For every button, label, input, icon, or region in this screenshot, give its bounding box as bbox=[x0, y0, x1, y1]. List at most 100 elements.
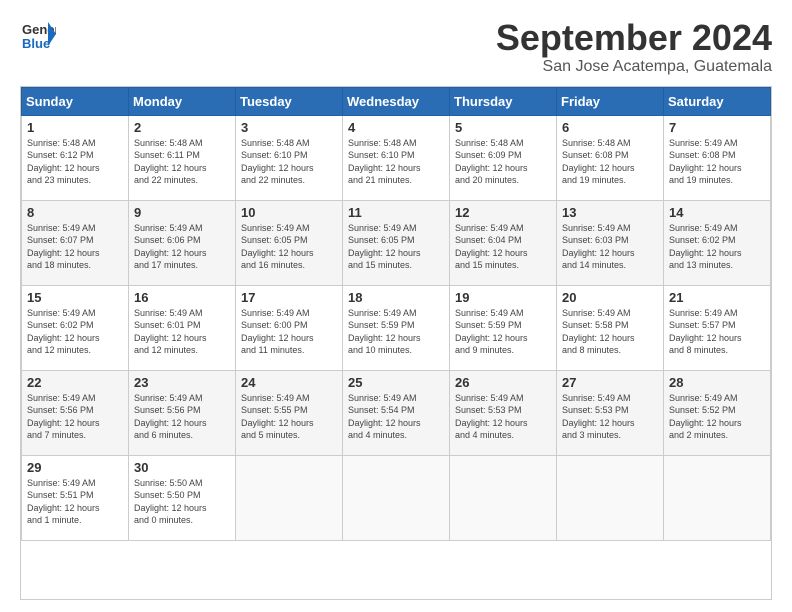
day-cell: 22 Sunrise: 5:49 AM Sunset: 5:56 PM Dayl… bbox=[22, 370, 129, 455]
daylight-label: Daylight: 12 hours bbox=[455, 418, 528, 428]
day-number: 12 bbox=[455, 205, 551, 220]
daylight-minutes: and 23 minutes. bbox=[27, 175, 91, 185]
day-number: 14 bbox=[669, 205, 765, 220]
daylight-label: Daylight: 12 hours bbox=[27, 248, 100, 258]
daylight-minutes: and 9 minutes. bbox=[455, 345, 514, 355]
sunrise-label: Sunrise: 5:49 AM bbox=[348, 393, 417, 403]
day-cell bbox=[450, 455, 557, 540]
day-cell: 21 Sunrise: 5:49 AM Sunset: 5:57 PM Dayl… bbox=[664, 285, 771, 370]
sunrise-label: Sunrise: 5:49 AM bbox=[134, 308, 203, 318]
sunrise-label: Sunrise: 5:49 AM bbox=[562, 393, 631, 403]
sunrise-label: Sunrise: 5:49 AM bbox=[348, 308, 417, 318]
logo: General Blue bbox=[20, 18, 60, 54]
daylight-label: Daylight: 12 hours bbox=[27, 503, 100, 513]
day-cell: 16 Sunrise: 5:49 AM Sunset: 6:01 PM Dayl… bbox=[129, 285, 236, 370]
sunrise-label: Sunrise: 5:49 AM bbox=[27, 223, 96, 233]
daylight-label: Daylight: 12 hours bbox=[669, 248, 742, 258]
daylight-label: Daylight: 12 hours bbox=[348, 248, 421, 258]
sunrise-label: Sunrise: 5:49 AM bbox=[669, 393, 738, 403]
sunset-label: Sunset: 5:51 PM bbox=[27, 490, 94, 500]
daylight-minutes: and 6 minutes. bbox=[134, 430, 193, 440]
day-number: 11 bbox=[348, 205, 444, 220]
daylight-minutes: and 2 minutes. bbox=[669, 430, 728, 440]
daylight-label: Daylight: 12 hours bbox=[562, 333, 635, 343]
day-info: Sunrise: 5:49 AM Sunset: 5:53 PM Dayligh… bbox=[455, 392, 551, 442]
sunrise-label: Sunrise: 5:49 AM bbox=[27, 308, 96, 318]
day-info: Sunrise: 5:49 AM Sunset: 6:07 PM Dayligh… bbox=[27, 222, 123, 272]
daylight-minutes: and 3 minutes. bbox=[562, 430, 621, 440]
day-cell: 18 Sunrise: 5:49 AM Sunset: 5:59 PM Dayl… bbox=[343, 285, 450, 370]
daylight-minutes: and 10 minutes. bbox=[348, 345, 412, 355]
day-number: 1 bbox=[27, 120, 123, 135]
day-cell: 28 Sunrise: 5:49 AM Sunset: 5:52 PM Dayl… bbox=[664, 370, 771, 455]
daylight-minutes: and 4 minutes. bbox=[348, 430, 407, 440]
day-info: Sunrise: 5:49 AM Sunset: 6:02 PM Dayligh… bbox=[27, 307, 123, 357]
day-info: Sunrise: 5:48 AM Sunset: 6:12 PM Dayligh… bbox=[27, 137, 123, 187]
day-number: 8 bbox=[27, 205, 123, 220]
daylight-minutes: and 14 minutes. bbox=[562, 260, 626, 270]
day-info: Sunrise: 5:48 AM Sunset: 6:08 PM Dayligh… bbox=[562, 137, 658, 187]
daylight-minutes: and 22 minutes. bbox=[241, 175, 305, 185]
day-info: Sunrise: 5:49 AM Sunset: 5:55 PM Dayligh… bbox=[241, 392, 337, 442]
week-row-1: 1 Sunrise: 5:48 AM Sunset: 6:12 PM Dayli… bbox=[22, 115, 771, 200]
title-block: September 2024 San Jose Acatempa, Guatem… bbox=[496, 18, 772, 76]
sunrise-label: Sunrise: 5:48 AM bbox=[348, 138, 417, 148]
day-number: 18 bbox=[348, 290, 444, 305]
daylight-label: Daylight: 12 hours bbox=[134, 418, 207, 428]
daylight-minutes: and 7 minutes. bbox=[27, 430, 86, 440]
day-info: Sunrise: 5:49 AM Sunset: 5:54 PM Dayligh… bbox=[348, 392, 444, 442]
daylight-minutes: and 11 minutes. bbox=[241, 345, 304, 355]
daylight-label: Daylight: 12 hours bbox=[562, 418, 635, 428]
day-cell: 9 Sunrise: 5:49 AM Sunset: 6:06 PM Dayli… bbox=[129, 200, 236, 285]
sunrise-label: Sunrise: 5:49 AM bbox=[348, 223, 417, 233]
day-number: 15 bbox=[27, 290, 123, 305]
daylight-label: Daylight: 12 hours bbox=[669, 163, 742, 173]
daylight-label: Daylight: 12 hours bbox=[241, 163, 314, 173]
day-info: Sunrise: 5:49 AM Sunset: 6:01 PM Dayligh… bbox=[134, 307, 230, 357]
day-cell: 10 Sunrise: 5:49 AM Sunset: 6:05 PM Dayl… bbox=[236, 200, 343, 285]
location-title: San Jose Acatempa, Guatemala bbox=[496, 58, 772, 76]
sunset-label: Sunset: 6:01 PM bbox=[134, 320, 201, 330]
daylight-label: Daylight: 12 hours bbox=[562, 163, 635, 173]
daylight-minutes: and 8 minutes. bbox=[669, 345, 728, 355]
daylight-minutes: and 16 minutes. bbox=[241, 260, 305, 270]
day-cell: 25 Sunrise: 5:49 AM Sunset: 5:54 PM Dayl… bbox=[343, 370, 450, 455]
daylight-label: Daylight: 12 hours bbox=[562, 248, 635, 258]
day-info: Sunrise: 5:49 AM Sunset: 5:59 PM Dayligh… bbox=[455, 307, 551, 357]
sunrise-label: Sunrise: 5:49 AM bbox=[134, 393, 203, 403]
daylight-minutes: and 20 minutes. bbox=[455, 175, 519, 185]
day-cell: 13 Sunrise: 5:49 AM Sunset: 6:03 PM Dayl… bbox=[557, 200, 664, 285]
daylight-label: Daylight: 12 hours bbox=[348, 418, 421, 428]
month-title: September 2024 bbox=[496, 18, 772, 58]
sunset-label: Sunset: 6:02 PM bbox=[27, 320, 94, 330]
day-info: Sunrise: 5:49 AM Sunset: 6:02 PM Dayligh… bbox=[669, 222, 765, 272]
day-info: Sunrise: 5:49 AM Sunset: 6:03 PM Dayligh… bbox=[562, 222, 658, 272]
day-info: Sunrise: 5:49 AM Sunset: 5:56 PM Dayligh… bbox=[134, 392, 230, 442]
day-number: 10 bbox=[241, 205, 337, 220]
col-header-tuesday: Tuesday bbox=[236, 87, 343, 115]
day-number: 21 bbox=[669, 290, 765, 305]
sunrise-label: Sunrise: 5:48 AM bbox=[134, 138, 203, 148]
sunset-label: Sunset: 5:58 PM bbox=[562, 320, 629, 330]
daylight-label: Daylight: 12 hours bbox=[27, 333, 100, 343]
daylight-minutes: and 4 minutes. bbox=[455, 430, 514, 440]
day-info: Sunrise: 5:49 AM Sunset: 6:04 PM Dayligh… bbox=[455, 222, 551, 272]
sunset-label: Sunset: 5:59 PM bbox=[455, 320, 522, 330]
daylight-minutes: and 0 minutes. bbox=[134, 515, 193, 525]
day-cell: 30 Sunrise: 5:50 AM Sunset: 5:50 PM Dayl… bbox=[129, 455, 236, 540]
sunset-label: Sunset: 6:05 PM bbox=[348, 235, 415, 245]
sunset-label: Sunset: 5:55 PM bbox=[241, 405, 308, 415]
sunrise-label: Sunrise: 5:49 AM bbox=[455, 308, 524, 318]
sunrise-label: Sunrise: 5:49 AM bbox=[562, 223, 631, 233]
daylight-minutes: and 17 minutes. bbox=[134, 260, 198, 270]
day-cell: 4 Sunrise: 5:48 AM Sunset: 6:10 PM Dayli… bbox=[343, 115, 450, 200]
sunrise-label: Sunrise: 5:49 AM bbox=[241, 308, 310, 318]
day-number: 19 bbox=[455, 290, 551, 305]
day-info: Sunrise: 5:49 AM Sunset: 5:57 PM Dayligh… bbox=[669, 307, 765, 357]
daylight-minutes: and 22 minutes. bbox=[134, 175, 198, 185]
daylight-label: Daylight: 12 hours bbox=[669, 418, 742, 428]
day-number: 23 bbox=[134, 375, 230, 390]
day-number: 6 bbox=[562, 120, 658, 135]
col-header-sunday: Sunday bbox=[22, 87, 129, 115]
daylight-minutes: and 19 minutes. bbox=[669, 175, 733, 185]
